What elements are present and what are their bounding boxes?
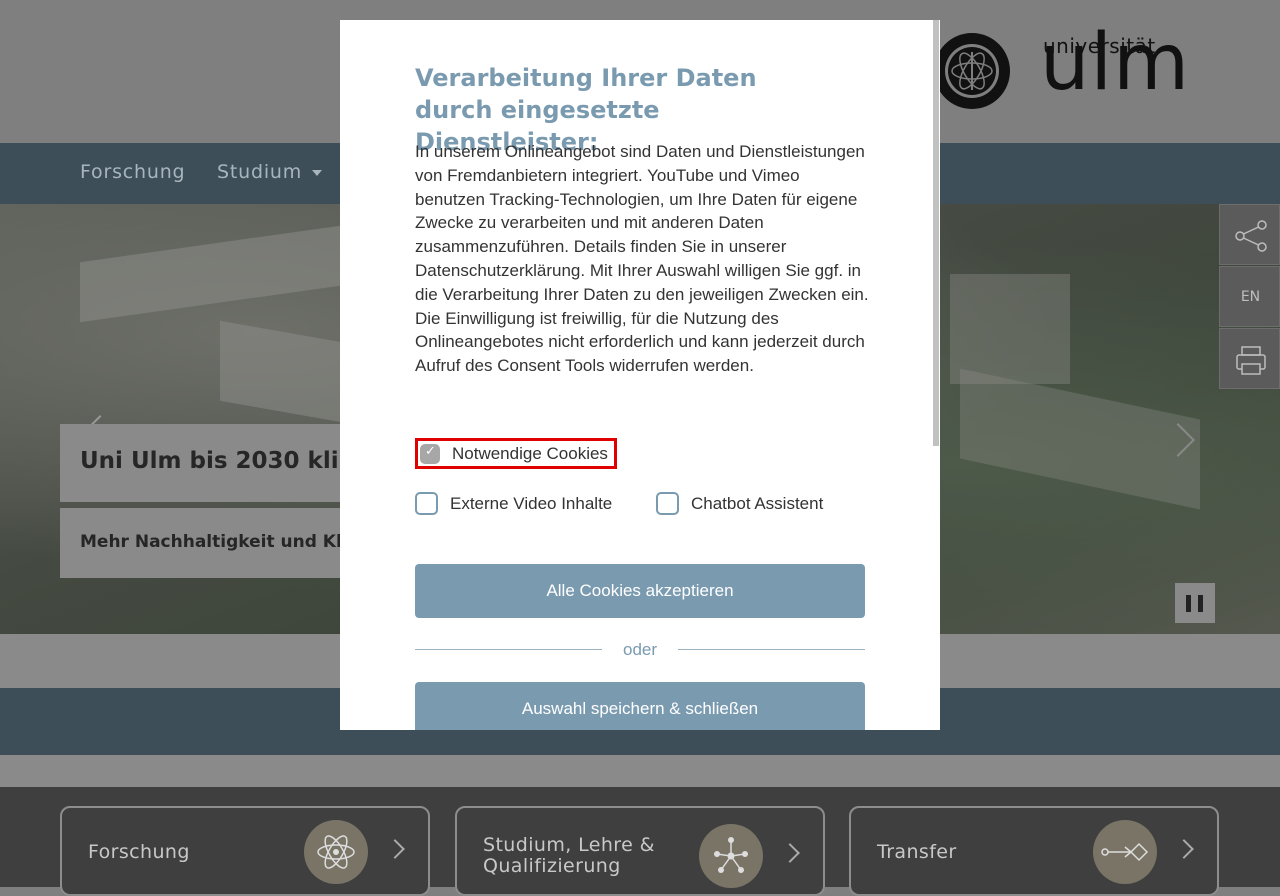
- chevron-right-icon: [780, 843, 800, 863]
- dialog-scrollbar[interactable]: [933, 20, 939, 446]
- tile-label-line1: Studium, Lehre &: [483, 834, 655, 856]
- pause-icon: [1198, 595, 1203, 612]
- highlight-box: [415, 438, 617, 469]
- hero-title: Uni Ulm bis 2030 klima: [80, 448, 379, 474]
- tile-label: Forschung: [88, 841, 190, 863]
- print-button[interactable]: [1219, 328, 1280, 389]
- separator-text: oder: [622, 640, 658, 659]
- consent-description: In unserem Onlineangebot sind Daten und …: [415, 142, 869, 376]
- atom-icon: [304, 820, 368, 884]
- accept-all-button[interactable]: Alle Cookies akzeptieren: [415, 564, 865, 618]
- content-band: [0, 755, 1280, 787]
- divider-line: [678, 649, 865, 650]
- chatbot-label[interactable]: Chatbot Assistent: [691, 494, 823, 514]
- share-button[interactable]: [1219, 204, 1280, 265]
- pause-icon: [1186, 595, 1191, 612]
- nav-item-studium[interactable]: Studium: [217, 161, 302, 183]
- chevron-right-icon: [1174, 839, 1194, 859]
- slider-pause-button[interactable]: [1175, 583, 1215, 623]
- nav-item-forschung[interactable]: Forschung: [80, 161, 185, 183]
- consent-dialog: Verarbeitung Ihrer Daten durch eingesetz…: [340, 20, 940, 730]
- chevron-down-icon[interactable]: [312, 170, 322, 176]
- hero-image-detail: [80, 225, 340, 323]
- chatbot-option[interactable]: Chatbot Assistent: [656, 492, 823, 515]
- network-icon: [699, 824, 763, 888]
- chatbot-checkbox[interactable]: [656, 492, 679, 515]
- tile-studium[interactable]: Studium, Lehre & Qualifizierung: [455, 806, 825, 896]
- tile-forschung[interactable]: Forschung: [60, 806, 430, 896]
- hero-image-detail: [950, 274, 1070, 384]
- tile-transfer[interactable]: Transfer: [849, 806, 1219, 896]
- save-selection-button[interactable]: Auswahl speichern & schließen: [415, 682, 865, 730]
- tile-label-line2: Qualifizierung: [483, 855, 621, 877]
- logo-big-text[interactable]: ulm: [1040, 24, 1190, 102]
- language-label: EN: [1240, 289, 1261, 305]
- hero-subtitle: Mehr Nachhaltigkeit und Klim: [80, 532, 366, 552]
- chevron-right-icon: [385, 839, 405, 859]
- external-video-checkbox[interactable]: [415, 492, 438, 515]
- divider-line: [415, 649, 602, 650]
- university-seal-icon: [934, 33, 1010, 109]
- external-video-label[interactable]: Externe Video Inhalte: [450, 494, 612, 514]
- share-icon: [1235, 220, 1267, 252]
- printer-icon: [1236, 346, 1266, 375]
- transfer-icon: [1093, 820, 1157, 884]
- external-video-option[interactable]: Externe Video Inhalte: [415, 492, 612, 515]
- tile-label: Transfer: [877, 841, 957, 863]
- language-switch-button[interactable]: EN: [1219, 266, 1280, 327]
